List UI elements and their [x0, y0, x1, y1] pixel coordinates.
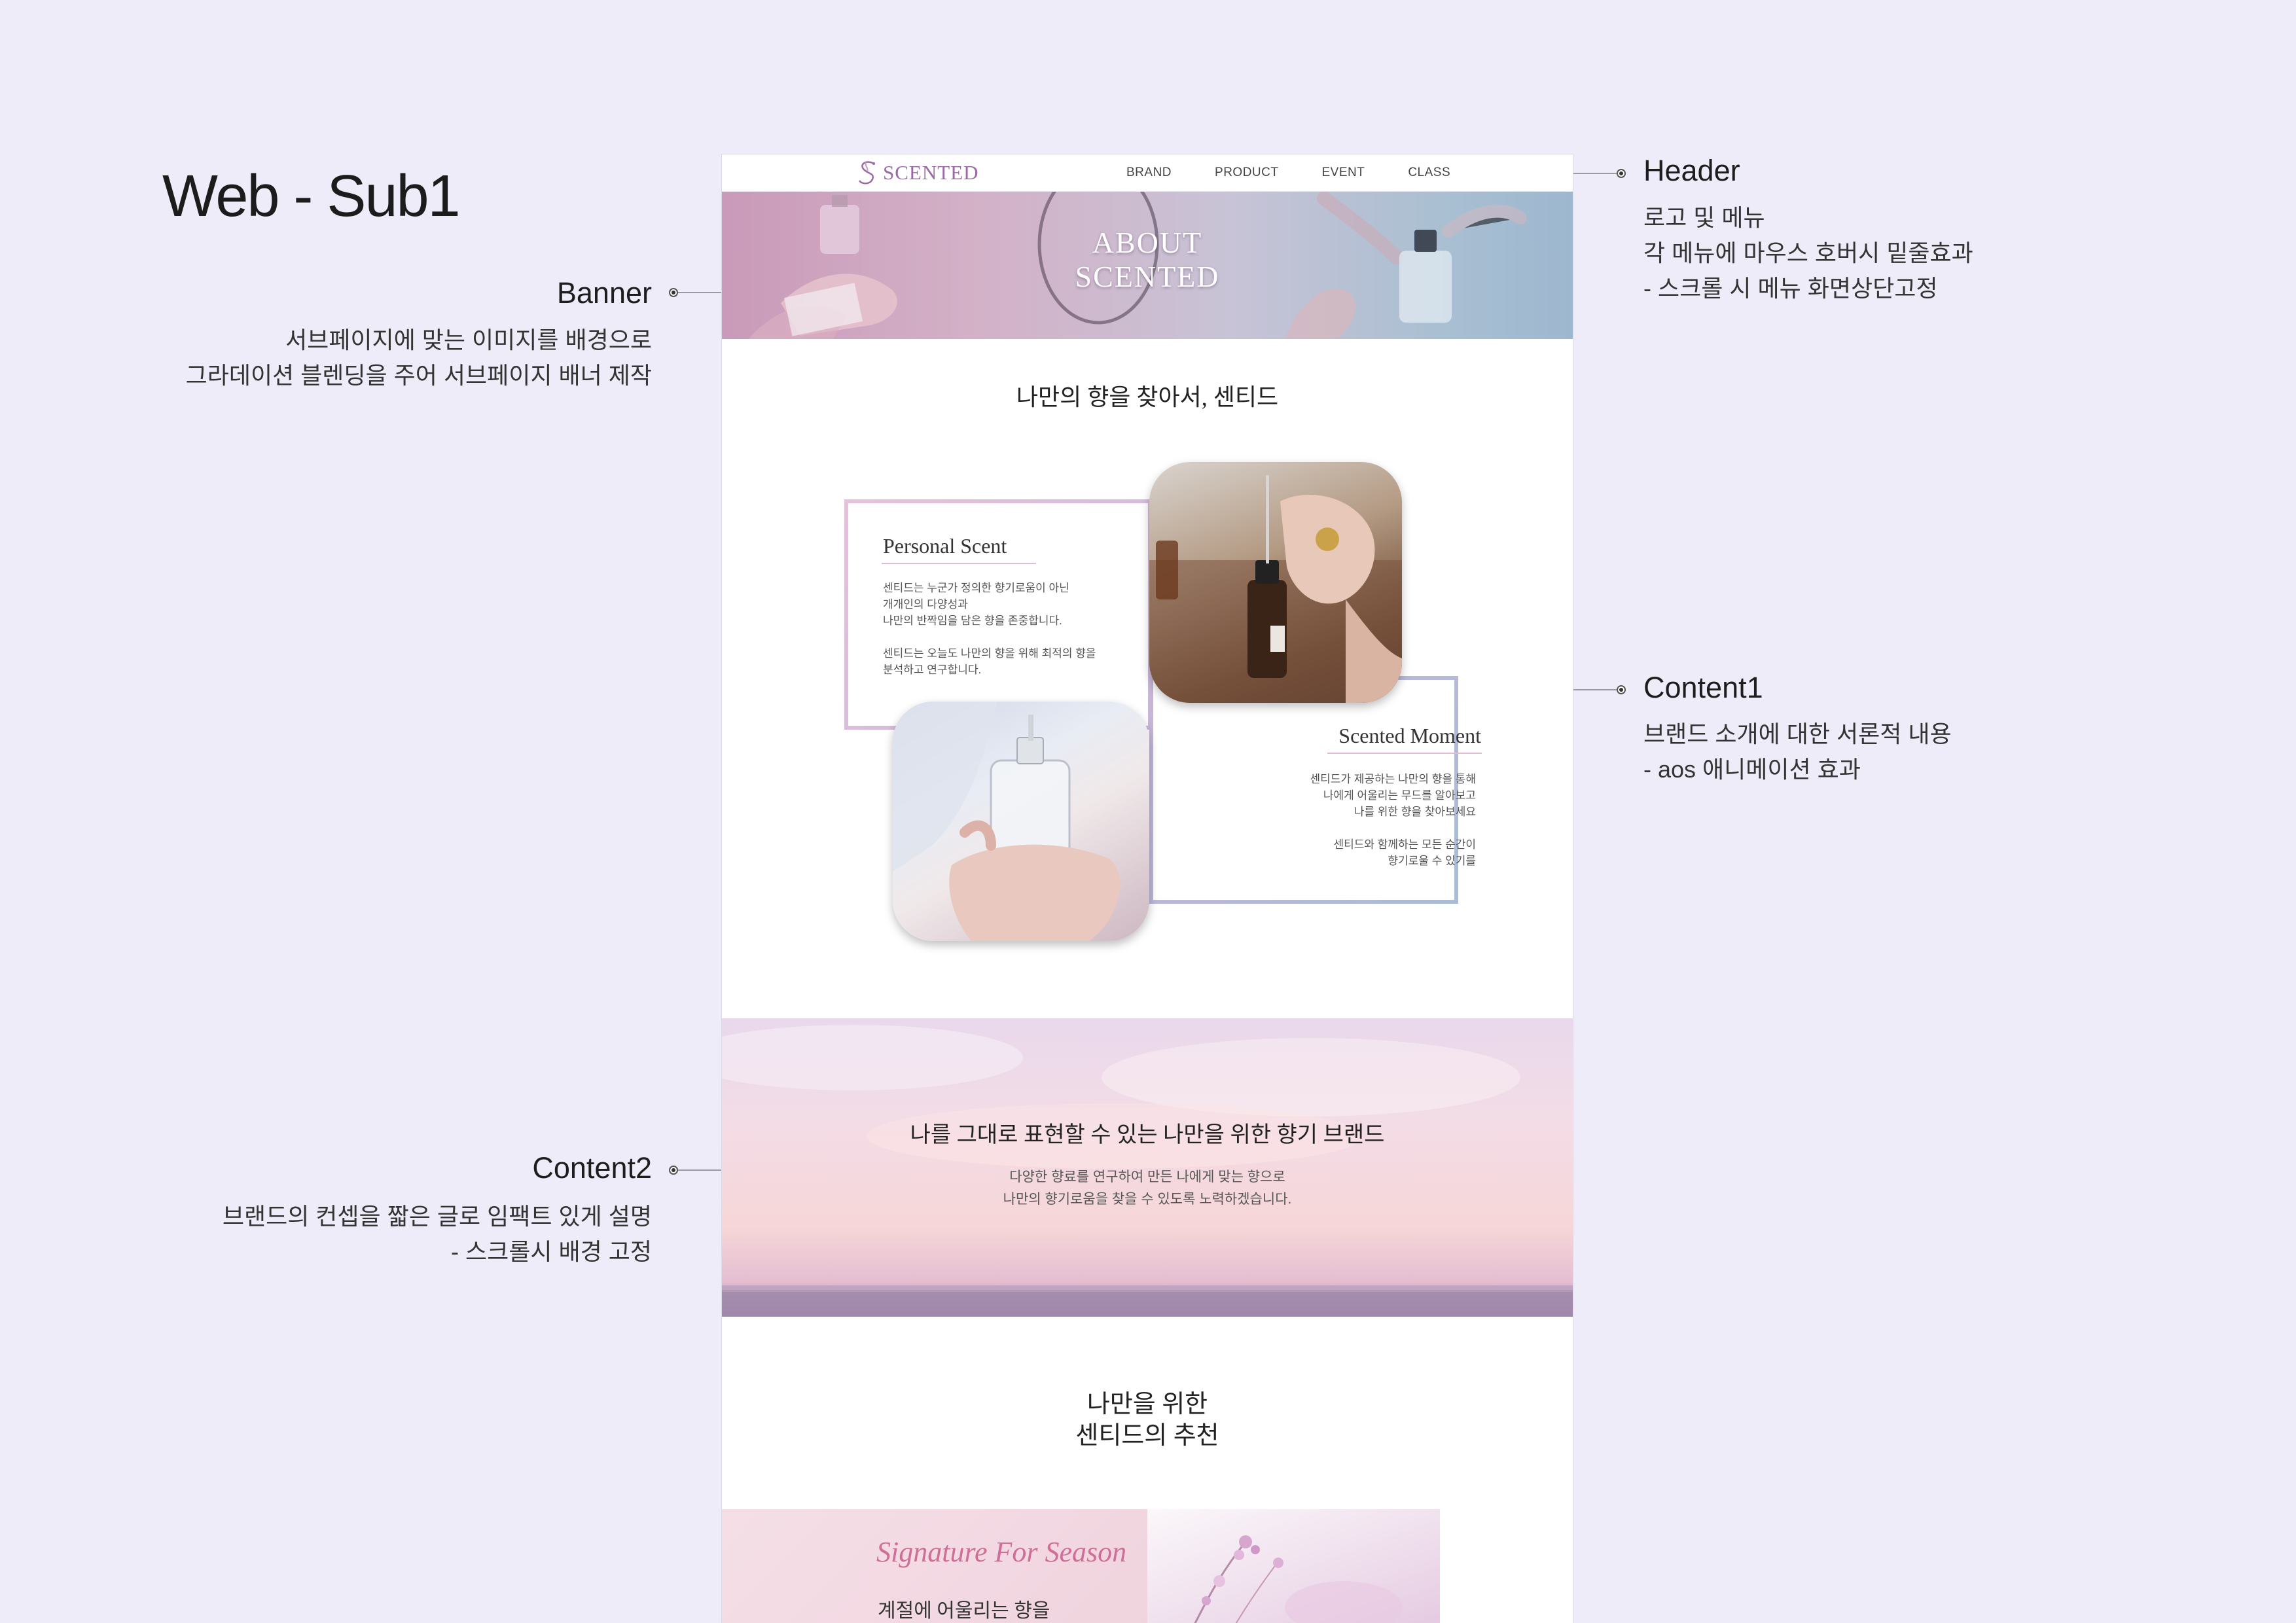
- content1-annotation-desc: 브랜드 소개에 대한 서론적 내용 - aos 애니메이션 효과: [1643, 721, 1952, 783]
- personal-scent-heading: Personal Scent: [883, 534, 1007, 558]
- flower-image: [1194, 1535, 1403, 1623]
- content2-title: 나를 그대로 표현할 수 있는 나만을 위한 향기 브랜드: [910, 1123, 1385, 1147]
- nav-item-class[interactable]: CLASS: [1408, 166, 1450, 180]
- logo-mark-icon: [858, 161, 875, 185]
- scented-moment-underline: [1327, 753, 1482, 754]
- content1-annotation-dot: [1617, 685, 1626, 694]
- content1-annotation-title: Content1: [1643, 671, 1763, 704]
- header-annotation-dot: [1617, 169, 1626, 178]
- banner-annotation-dot: [669, 288, 678, 297]
- main-nav: BRAND PRODUCT EVENT CLASS: [1126, 154, 1494, 191]
- perfume-bottle-photo: [893, 702, 1149, 941]
- content1-annotation-line: [1573, 689, 1617, 690]
- content2-section: 나를 그대로 표현할 수 있는 나만을 위한 향기 브랜드 다양한 향료를 연구…: [722, 1018, 1573, 1317]
- content2-annotation-line: [678, 1169, 722, 1171]
- header-annotation-line: [1573, 173, 1617, 174]
- site-logo[interactable]: SCENTED: [854, 158, 979, 187]
- signature-title: Signature For Season: [876, 1536, 1127, 1568]
- scented-moment-heading: Scented Moment: [1338, 724, 1481, 747]
- content2-annotation-dot: [669, 1166, 678, 1175]
- personal-scent-text: 센티드는 누군가 정의한 향기로움이 아닌 개개인의 다양성과 나만의 반짝임을…: [883, 582, 1096, 676]
- scented-moment-text: 센티드가 제공하는 나만의 향을 통해 나에게 어울리는 무드를 알아보고 나를…: [1310, 773, 1477, 867]
- signature-subtitle: 계절에 어울리는 향을: [878, 1600, 1050, 1622]
- banner-title: ABOUT SCENTED: [1075, 226, 1220, 293]
- content2-annotation-title: Content2: [532, 1151, 652, 1185]
- banner-annotation-title: Banner: [556, 276, 652, 310]
- logo-text: SCENTED: [883, 161, 979, 184]
- banner-annotation-line: [678, 292, 722, 293]
- web-mockup: SCENTED BRAND PRODUCT EVENT CLASS ABOUT: [722, 154, 1573, 1623]
- content3-title: 나만을 위한 센티드의 추천: [1075, 1391, 1219, 1450]
- dropper-photo: [1149, 462, 1402, 703]
- content1-title: 나만의 향을 찾아서, 센티드: [1016, 384, 1279, 410]
- banner-annotation-desc: 서브페이지에 맞는 이미지를 배경으로 그라데이션 블렌딩을 주어 서브페이지 …: [185, 327, 652, 389]
- page-title: Web - Sub1: [162, 164, 461, 229]
- content2-text: 다양한 향료를 연구하여 만든 나에게 맞는 향으로 나만의 향기로움을 찾을 …: [1003, 1169, 1292, 1207]
- perfume-bottle-image: [893, 702, 1120, 941]
- nav-item-brand[interactable]: BRAND: [1126, 166, 1172, 180]
- signature-flower-photo: [1147, 1509, 1440, 1623]
- nav-item-product[interactable]: PRODUCT: [1215, 166, 1278, 180]
- content2-annotation-desc: 브랜드의 컨셉을 짧은 글로 임팩트 있게 설명 - 스크롤시 배경 고정: [222, 1203, 652, 1265]
- nav-item-event[interactable]: EVENT: [1321, 166, 1365, 180]
- header-annotation-desc: 로고 및 메뉴 각 메뉴에 마우스 호버시 밑줄효과 - 스크롤 시 메뉴 화면…: [1643, 204, 1973, 302]
- site-header: SCENTED BRAND PRODUCT EVENT CLASS: [722, 154, 1573, 192]
- dropper-photo-image: [1149, 475, 1402, 703]
- header-annotation-title: Header: [1643, 154, 1740, 187]
- sub-banner: ABOUT SCENTED: [722, 192, 1573, 339]
- personal-scent-underline: [882, 563, 1036, 564]
